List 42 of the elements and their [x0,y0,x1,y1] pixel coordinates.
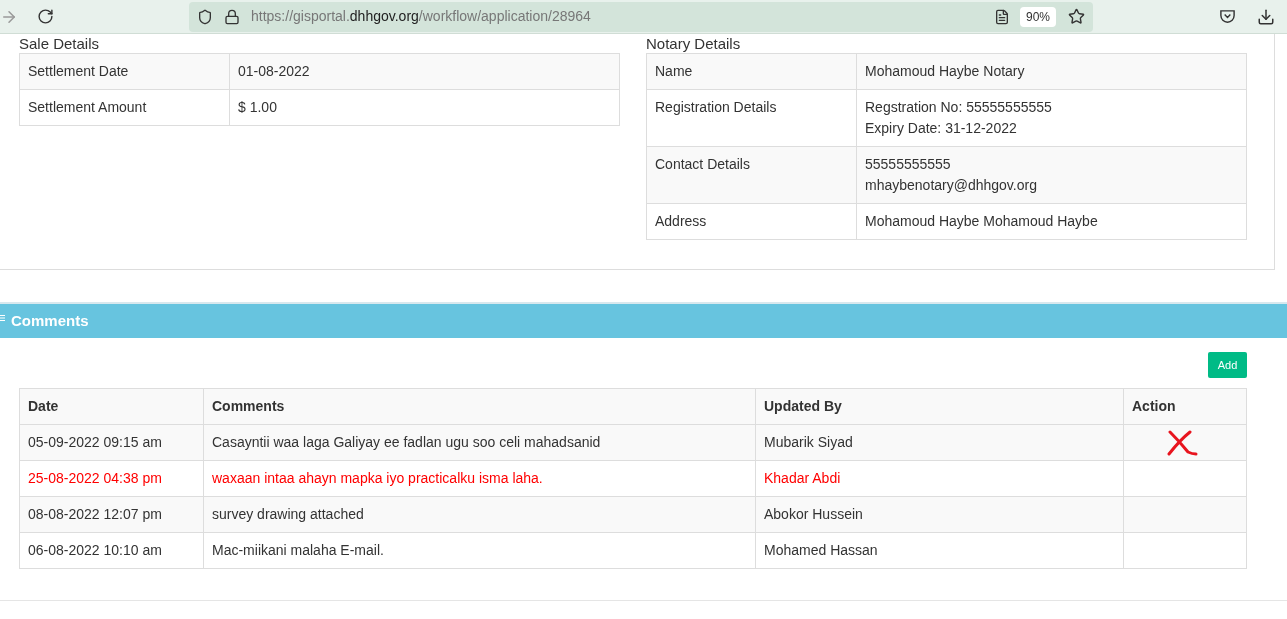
date-cell: 25-08-2022 04:38 pm [19,460,204,497]
download-icon[interactable] [1257,7,1275,26]
updated-by-cell: Khadar Abdi [755,460,1124,497]
value-cell: 55555555555 mhaybenotary@dhhgov.org [856,146,1247,204]
updated-by-cell: Mohamed Hassan [755,532,1124,569]
comment-cell: Mac-miikani malaha E-mail. [203,532,756,569]
updated-by-cell: Abokor Hussein [755,496,1124,533]
label-cell: Registration Details [646,89,857,147]
shield-icon[interactable] [197,8,213,25]
comment-cell: Casayntii waa laga Galiyay ee fadlan ugu soo celi mahadsanid [203,424,756,461]
section-title: Sale Details [19,35,101,53]
column-header: Updated By [755,388,1124,425]
pocket-icon[interactable] [1219,8,1236,25]
date-cell: 08-08-2022 12:07 pm [19,496,204,533]
address-bar[interactable]: https://gisportal.dhhgov.org/workflow/application/28964 90% [189,1,1093,32]
date-cell: 06-08-2022 10:10 am [19,532,204,569]
zoom-badge[interactable]: 90% [1019,6,1056,27]
value-cell: $ 1.00 [229,89,620,126]
value-cell: Mohamoud Haybe Mohamoud Haybe [856,203,1247,240]
column-header: Date [19,388,204,425]
label-cell: Settlement Date [19,53,230,90]
column-header: Action [1123,388,1247,425]
updated-by-cell: Mubarik Siyad [755,424,1124,461]
bookmark-star-icon[interactable] [1068,8,1085,25]
comment-cell: survey drawing attached [203,496,756,533]
list-icon [0,314,5,322]
date-cell: 05-09-2022 09:15 am [19,424,204,461]
comment-cell: waxaan intaa ahayn mapka iyo practicalku isma laha. [203,460,756,497]
label-cell: Name [646,53,857,90]
url-text: https://gisportal.dhhgov.org/workflow/application/28964 [251,7,591,26]
label-cell: Contact Details [646,146,857,204]
reader-view-icon[interactable] [993,8,1010,25]
value-cell: Mohamoud Haybe Notary [856,53,1247,90]
lock-icon[interactable] [224,8,240,25]
value-cell: 01-08-2022 [229,53,620,90]
reload-icon[interactable] [37,8,54,25]
label-cell: Address [646,203,857,240]
label-cell: Settlement Amount [19,89,230,126]
column-header: Comments [203,388,756,425]
value-cell: Regstration No: 55555555555 Expiry Date: 31-12-2022 [856,89,1247,147]
comments-title: Comments [11,310,89,331]
section-title: Notary Details [646,35,742,53]
